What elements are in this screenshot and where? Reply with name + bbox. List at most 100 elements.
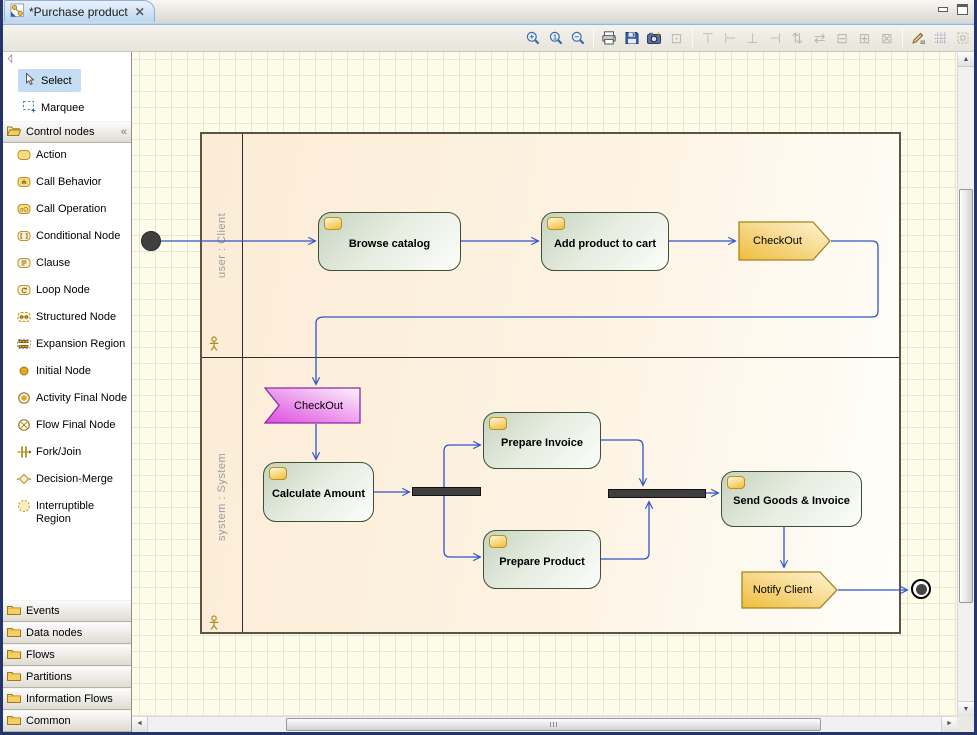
palette-item-initial-node[interactable]: Initial Node xyxy=(3,359,131,386)
palette-drawer-events[interactable]: Events xyxy=(3,600,131,622)
horizontal-scrollbar[interactable]: ◄ ► xyxy=(132,716,957,732)
action-icon xyxy=(489,417,507,430)
folder-icon xyxy=(6,668,22,687)
structured-node-icon xyxy=(16,309,32,328)
palette-item-expansion-region[interactable]: Expansion Region xyxy=(3,332,131,359)
edge-product-join[interactable] xyxy=(601,502,649,559)
palette-item-loop-node[interactable]: Loop Node xyxy=(3,278,131,305)
signal-label: Notify Client xyxy=(741,571,838,609)
horizontal-scrollbar-thumb[interactable] xyxy=(286,718,821,731)
maximize-button[interactable] xyxy=(957,4,968,15)
interruptible-region-icon xyxy=(16,498,32,517)
zoom-original-button[interactable]: 1 xyxy=(544,27,566,50)
palette-item-clause[interactable]: Clause xyxy=(3,251,131,278)
call-behavior-icon xyxy=(16,174,32,193)
palette-drawer-flows[interactable]: Flows xyxy=(3,644,131,666)
palette-item-decision-merge[interactable]: Decision-Merge xyxy=(3,467,131,494)
save-button[interactable] xyxy=(621,27,643,50)
close-icon[interactable]: ✕ xyxy=(135,5,145,19)
pin-drawer-icon[interactable]: « xyxy=(121,126,128,138)
action-add-product[interactable]: Add product to cart xyxy=(541,212,669,271)
drawer-label: Data nodes xyxy=(26,627,128,639)
scroll-left-button[interactable]: ◄ xyxy=(132,717,148,732)
join-bar[interactable] xyxy=(608,489,706,498)
edge-fork-invoice[interactable] xyxy=(444,445,480,487)
loop-node-icon xyxy=(16,282,32,301)
palette-item-call-operation[interactable]: oO Call Operation xyxy=(3,197,131,224)
action-label: Prepare Product xyxy=(499,552,585,568)
match-height-button: ⊟ xyxy=(831,27,853,50)
scroll-up-button[interactable]: ▲ xyxy=(958,52,974,67)
palette-drawer-common[interactable]: Common xyxy=(3,710,131,732)
palette-item-flow-final-node[interactable]: Flow Final Node xyxy=(3,413,131,440)
drawer-label: Common xyxy=(26,715,128,727)
edge-invoice-join[interactable] xyxy=(601,440,643,485)
decision-merge-icon xyxy=(16,471,32,490)
activity-final-node[interactable] xyxy=(911,579,931,599)
palette-item-fork-join[interactable]: Fork/Join xyxy=(3,440,131,467)
palette-tool-marquee[interactable]: Marquee xyxy=(3,94,131,121)
palette-tool-label: Marquee xyxy=(41,102,84,114)
action-calculate-amount[interactable]: Calculate Amount xyxy=(263,462,374,522)
palette-item-interruptible-region[interactable]: Interruptible Region xyxy=(3,494,131,530)
palette-drawer-control-nodes[interactable]: Control nodes « xyxy=(3,121,131,143)
palette-drawer-partitions[interactable]: Partitions xyxy=(3,666,131,688)
palette-tool-select[interactable]: Select xyxy=(3,67,131,94)
drawer-label: Control nodes xyxy=(26,126,117,138)
format-diagram-button[interactable] xyxy=(907,27,929,50)
scroll-down-button[interactable]: ▼ xyxy=(958,701,974,716)
palette-item-label: Loop Node xyxy=(36,282,90,297)
snap-to-grid-button[interactable] xyxy=(929,27,951,50)
view-controls xyxy=(938,4,968,15)
action-label: Calculate Amount xyxy=(272,484,365,500)
initial-node[interactable] xyxy=(141,231,161,251)
final-node-dot xyxy=(916,584,927,595)
collapse-palette-icon[interactable] xyxy=(3,52,131,67)
select-rectangle-button: ⊡ xyxy=(665,27,687,50)
action-send-goods-invoice[interactable]: Send Goods & Invoice xyxy=(721,471,862,527)
fork-bar[interactable] xyxy=(412,487,481,496)
action-browse-catalog[interactable]: Browse catalog xyxy=(318,212,461,271)
palette-item-call-behavior[interactable]: Call Behavior xyxy=(3,170,131,197)
action-prepare-product[interactable]: Prepare Product xyxy=(483,530,601,589)
distribute-rows-button: ⇅ xyxy=(786,27,808,50)
fork-join-icon xyxy=(16,444,32,463)
vertical-scrollbar[interactable]: ▲ ▼ xyxy=(957,52,974,716)
palette-item-activity-final-node[interactable]: Activity Final Node xyxy=(3,386,131,413)
palette-drawer-information-flows[interactable]: Information Flows xyxy=(3,688,131,710)
tab-purchase-product[interactable]: *Purchase product ✕ xyxy=(4,0,155,22)
scrollbar-corner xyxy=(957,716,974,732)
diagram-canvas[interactable]: user : Clientsystem : SystemBrowse catal… xyxy=(132,52,957,716)
palette-item-label: Activity Final Node xyxy=(36,390,127,405)
palette-item-structured-node[interactable]: Structured Node xyxy=(3,305,131,332)
send-signal-checkout[interactable]: CheckOut xyxy=(738,221,831,261)
zoom-in-button[interactable] xyxy=(522,27,544,50)
scroll-right-button[interactable]: ► xyxy=(941,717,957,732)
palette-item-action[interactable]: Action xyxy=(3,143,131,170)
action-prepare-invoice[interactable]: Prepare Invoice xyxy=(483,412,601,469)
vertical-scrollbar-thumb[interactable] xyxy=(959,189,973,603)
palette-item-label: Flow Final Node xyxy=(36,417,115,432)
print-button[interactable] xyxy=(598,27,620,50)
edge-fork-product[interactable] xyxy=(444,496,480,557)
action-icon xyxy=(727,476,745,489)
diagram-toolbar: 1⊡⊤⊢⊥⊣⇅⇄⊟⊞⊠ xyxy=(3,25,974,52)
palette-item-label: Initial Node xyxy=(36,363,91,378)
auto-size-icon: ⊠ xyxy=(881,30,893,47)
align-right-icon: ⊣ xyxy=(769,30,781,47)
palette-drawer-data-nodes[interactable]: Data nodes xyxy=(3,622,131,644)
minimize-icon xyxy=(938,7,948,12)
palette-item-label: Call Operation xyxy=(36,201,106,216)
snapshot-button[interactable] xyxy=(643,27,665,50)
palette-item-conditional-node[interactable]: Conditional Node xyxy=(3,224,131,251)
match-height-icon: ⊟ xyxy=(836,30,848,47)
svg-text:oO: oO xyxy=(20,207,28,213)
send-signal-notify-client[interactable]: Notify Client xyxy=(741,571,838,609)
action-label: Prepare Invoice xyxy=(501,433,583,449)
align-right-button: ⊣ xyxy=(764,27,786,50)
palette-item-label: Expansion Region xyxy=(36,336,125,351)
zoom-out-button[interactable] xyxy=(567,27,589,50)
accept-event-checkout[interactable]: CheckOut xyxy=(264,387,361,424)
distribute-columns-icon: ⇄ xyxy=(814,30,826,47)
minimize-button[interactable] xyxy=(938,7,948,12)
